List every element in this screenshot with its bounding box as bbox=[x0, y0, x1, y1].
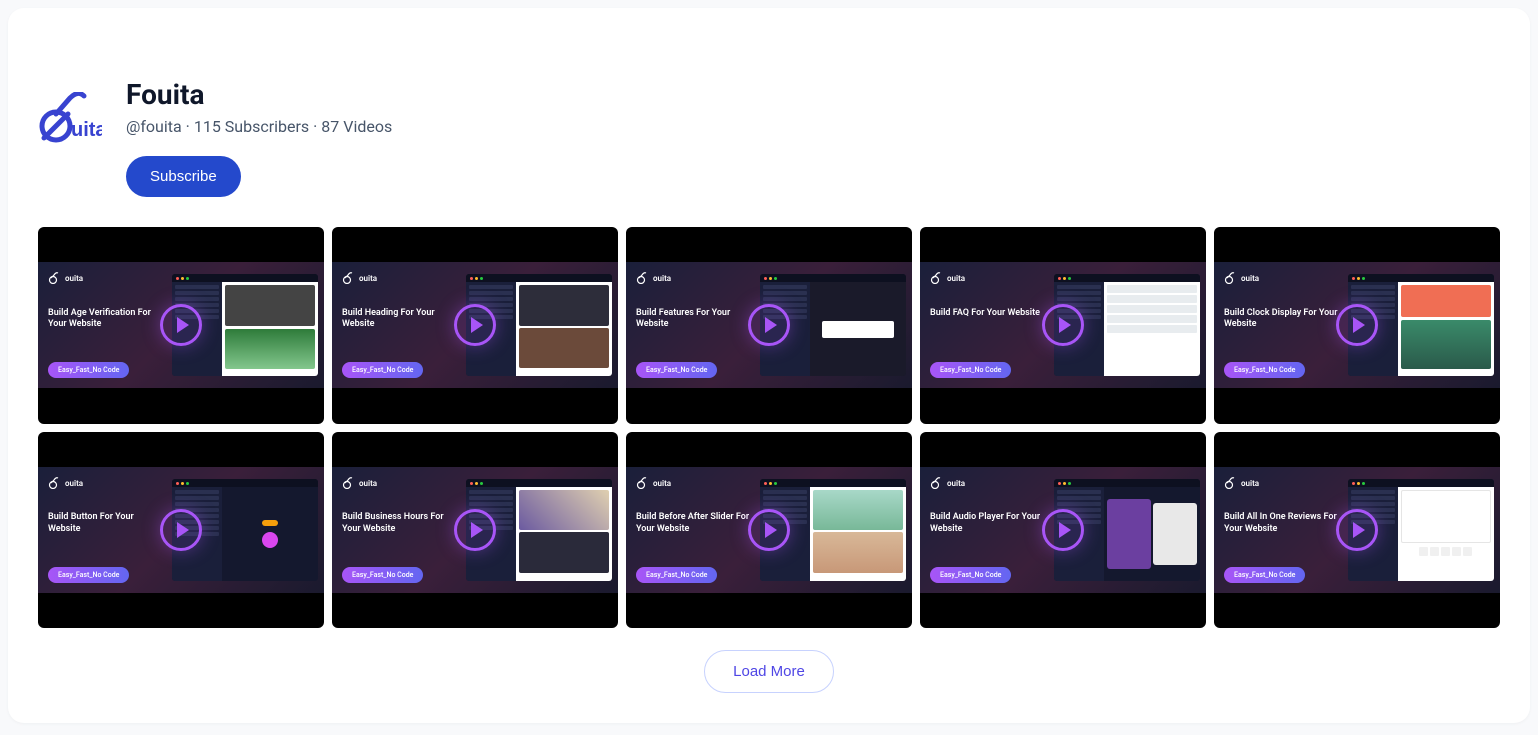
video-title: Build Audio Player For Your Website bbox=[930, 512, 1050, 535]
fouita-logo-icon: uita bbox=[38, 92, 102, 148]
thumb-brand: ouita bbox=[342, 272, 377, 284]
channel-name: Fouita bbox=[126, 78, 392, 111]
thumb-logo-icon bbox=[1224, 272, 1238, 284]
load-more-button[interactable]: Load More bbox=[704, 650, 834, 693]
video-card[interactable]: ouita Build Heading For Your Website Eas… bbox=[332, 227, 618, 424]
video-title: Build Age Verification For Your Website bbox=[48, 308, 168, 331]
thumb-logo-icon bbox=[930, 272, 944, 284]
video-title: Build Features For Your Website bbox=[636, 308, 756, 331]
thumb-badge: Easy_Fast_No Code bbox=[930, 362, 1011, 378]
video-title: Build Business Hours For Your Website bbox=[342, 512, 462, 535]
video-card[interactable]: ouita Build All In One Reviews For Your … bbox=[1214, 432, 1500, 629]
thumb-logo-icon bbox=[342, 477, 356, 489]
play-icon bbox=[454, 304, 496, 346]
thumb-logo-icon bbox=[342, 272, 356, 284]
thumb-brand: ouita bbox=[342, 477, 377, 489]
play-icon bbox=[1042, 509, 1084, 551]
thumb-logo-icon bbox=[636, 477, 650, 489]
video-card[interactable]: ouita Build Before After Slider For Your… bbox=[626, 432, 912, 629]
video-title: Build Clock Display For Your Website bbox=[1224, 308, 1344, 331]
play-icon bbox=[1336, 509, 1378, 551]
thumb-logo-icon bbox=[636, 272, 650, 284]
play-icon bbox=[1336, 304, 1378, 346]
load-more-container: Load More bbox=[38, 650, 1500, 693]
thumb-badge: Easy_Fast_No Code bbox=[1224, 567, 1305, 583]
play-icon bbox=[454, 509, 496, 551]
play-icon bbox=[748, 509, 790, 551]
thumb-brand: ouita bbox=[636, 477, 671, 489]
video-title: Build All In One Reviews For Your Websit… bbox=[1224, 512, 1344, 535]
thumb-badge: Easy_Fast_No Code bbox=[636, 567, 717, 583]
thumb-brand: ouita bbox=[1224, 477, 1259, 489]
thumb-badge: Easy_Fast_No Code bbox=[48, 567, 129, 583]
play-icon bbox=[160, 509, 202, 551]
channel-card: uita Fouita @fouita · 115 Subscribers · … bbox=[8, 8, 1530, 723]
video-title: Build FAQ For Your Website bbox=[930, 308, 1040, 320]
thumb-logo-icon bbox=[930, 477, 944, 489]
thumb-badge: Easy_Fast_No Code bbox=[48, 362, 129, 378]
play-icon bbox=[160, 304, 202, 346]
video-card[interactable]: ouita Build FAQ For Your Website Easy_Fa… bbox=[920, 227, 1206, 424]
play-icon bbox=[1042, 304, 1084, 346]
video-card[interactable]: ouita Build Audio Player For Your Websit… bbox=[920, 432, 1206, 629]
thumb-logo-icon bbox=[48, 477, 62, 489]
thumb-logo-icon bbox=[48, 272, 62, 284]
channel-video-count: 87 Videos bbox=[321, 117, 392, 136]
thumb-badge: Easy_Fast_No Code bbox=[930, 567, 1011, 583]
thumb-brand: ouita bbox=[48, 272, 83, 284]
thumb-badge: Easy_Fast_No Code bbox=[342, 567, 423, 583]
video-card[interactable]: ouita Build Age Verification For Your We… bbox=[38, 227, 324, 424]
video-card[interactable]: ouita Build Clock Display For Your Websi… bbox=[1214, 227, 1500, 424]
video-title: Build Heading For Your Website bbox=[342, 308, 462, 331]
thumb-brand: ouita bbox=[1224, 272, 1259, 284]
channel-handle: @fouita bbox=[126, 117, 182, 136]
thumb-brand: ouita bbox=[636, 272, 671, 284]
thumb-badge: Easy_Fast_No Code bbox=[1224, 362, 1305, 378]
thumb-badge: Easy_Fast_No Code bbox=[342, 362, 423, 378]
channel-info: Fouita @fouita · 115 Subscribers · 87 Vi… bbox=[126, 78, 392, 197]
play-icon bbox=[748, 304, 790, 346]
video-card[interactable]: ouita Build Features For Your Website Ea… bbox=[626, 227, 912, 424]
video-card[interactable]: ouita Build Button For Your Website Easy… bbox=[38, 432, 324, 629]
logo-text: uita bbox=[71, 119, 102, 141]
video-card[interactable]: ouita Build Business Hours For Your Webs… bbox=[332, 432, 618, 629]
video-title: Build Button For Your Website bbox=[48, 512, 168, 535]
channel-subscribers: 115 Subscribers bbox=[194, 117, 309, 136]
thumb-badge: Easy_Fast_No Code bbox=[636, 362, 717, 378]
subscribe-button[interactable]: Subscribe bbox=[126, 156, 241, 197]
channel-logo: uita bbox=[38, 88, 102, 152]
video-grid: ouita Build Age Verification For Your We… bbox=[38, 227, 1500, 628]
video-title: Build Before After Slider For Your Websi… bbox=[636, 512, 756, 535]
thumb-brand: ouita bbox=[930, 272, 965, 284]
channel-header: uita Fouita @fouita · 115 Subscribers · … bbox=[38, 38, 1500, 227]
channel-meta: @fouita · 115 Subscribers · 87 Videos bbox=[126, 117, 392, 136]
thumb-brand: ouita bbox=[930, 477, 965, 489]
thumb-brand: ouita bbox=[48, 477, 83, 489]
thumb-logo-icon bbox=[1224, 477, 1238, 489]
